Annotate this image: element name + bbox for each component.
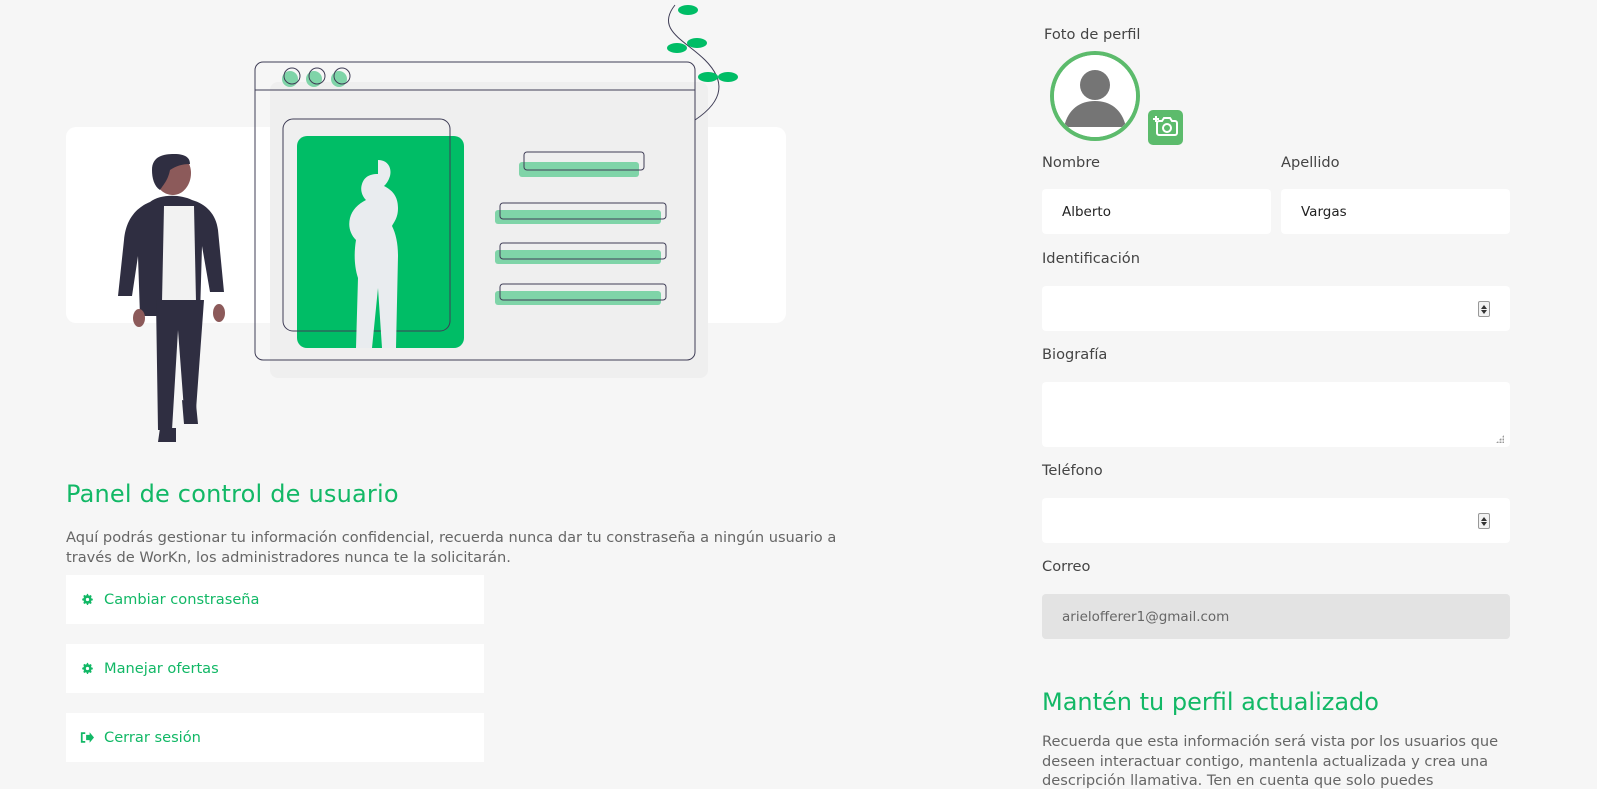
logout-button[interactable]: Cerrar sesión (66, 713, 484, 762)
change-password-button[interactable]: Cambiar constraseña (66, 575, 484, 624)
panel-description: Aquí podrás gestionar tu información con… (66, 529, 837, 566)
add-photo-button[interactable] (1148, 110, 1183, 145)
resize-handle[interactable] (1496, 435, 1504, 443)
manage-offers-label: Manejar ofertas (104, 660, 219, 677)
first-name-field[interactable]: Alberto (1042, 189, 1271, 234)
phone-label: Teléfono (1042, 462, 1103, 479)
logout-label: Cerrar sesión (104, 729, 201, 746)
email-field: arielofferer1@gmail.com (1042, 594, 1510, 639)
id-field[interactable] (1042, 286, 1510, 331)
manage-offers-button[interactable]: Manejar ofertas (66, 644, 484, 693)
last-name-label: Apellido (1281, 154, 1340, 171)
bio-textarea[interactable] (1042, 382, 1510, 447)
last-name-field[interactable]: Vargas (1281, 189, 1510, 234)
first-name-label: Nombre (1042, 154, 1100, 171)
number-spinner[interactable] (1478, 301, 1490, 317)
profile-illustration (118, 4, 738, 442)
profile-form: Foto de perfil Nombre Apellido Alberto V… (1042, 0, 1510, 789)
sign-out-icon (80, 731, 94, 745)
update-description: Recuerda que esta información será vista… (1042, 733, 1499, 789)
hero-illustration (0, 0, 800, 460)
avatar (1050, 51, 1140, 141)
gear-icon (80, 593, 94, 607)
panel-title: Panel de control de usuario (66, 480, 399, 508)
photo-label: Foto de perfil (1044, 26, 1141, 43)
bio-label: Biografía (1042, 346, 1108, 363)
gear-icon (80, 662, 94, 676)
camera-icon (1152, 115, 1179, 141)
change-password-label: Cambiar constraseña (104, 591, 260, 608)
update-title: Mantén tu perfil actualizado (1042, 688, 1379, 716)
number-spinner[interactable] (1478, 513, 1490, 529)
email-label: Correo (1042, 558, 1091, 575)
id-label: Identificación (1042, 250, 1140, 267)
phone-field[interactable] (1042, 498, 1510, 543)
